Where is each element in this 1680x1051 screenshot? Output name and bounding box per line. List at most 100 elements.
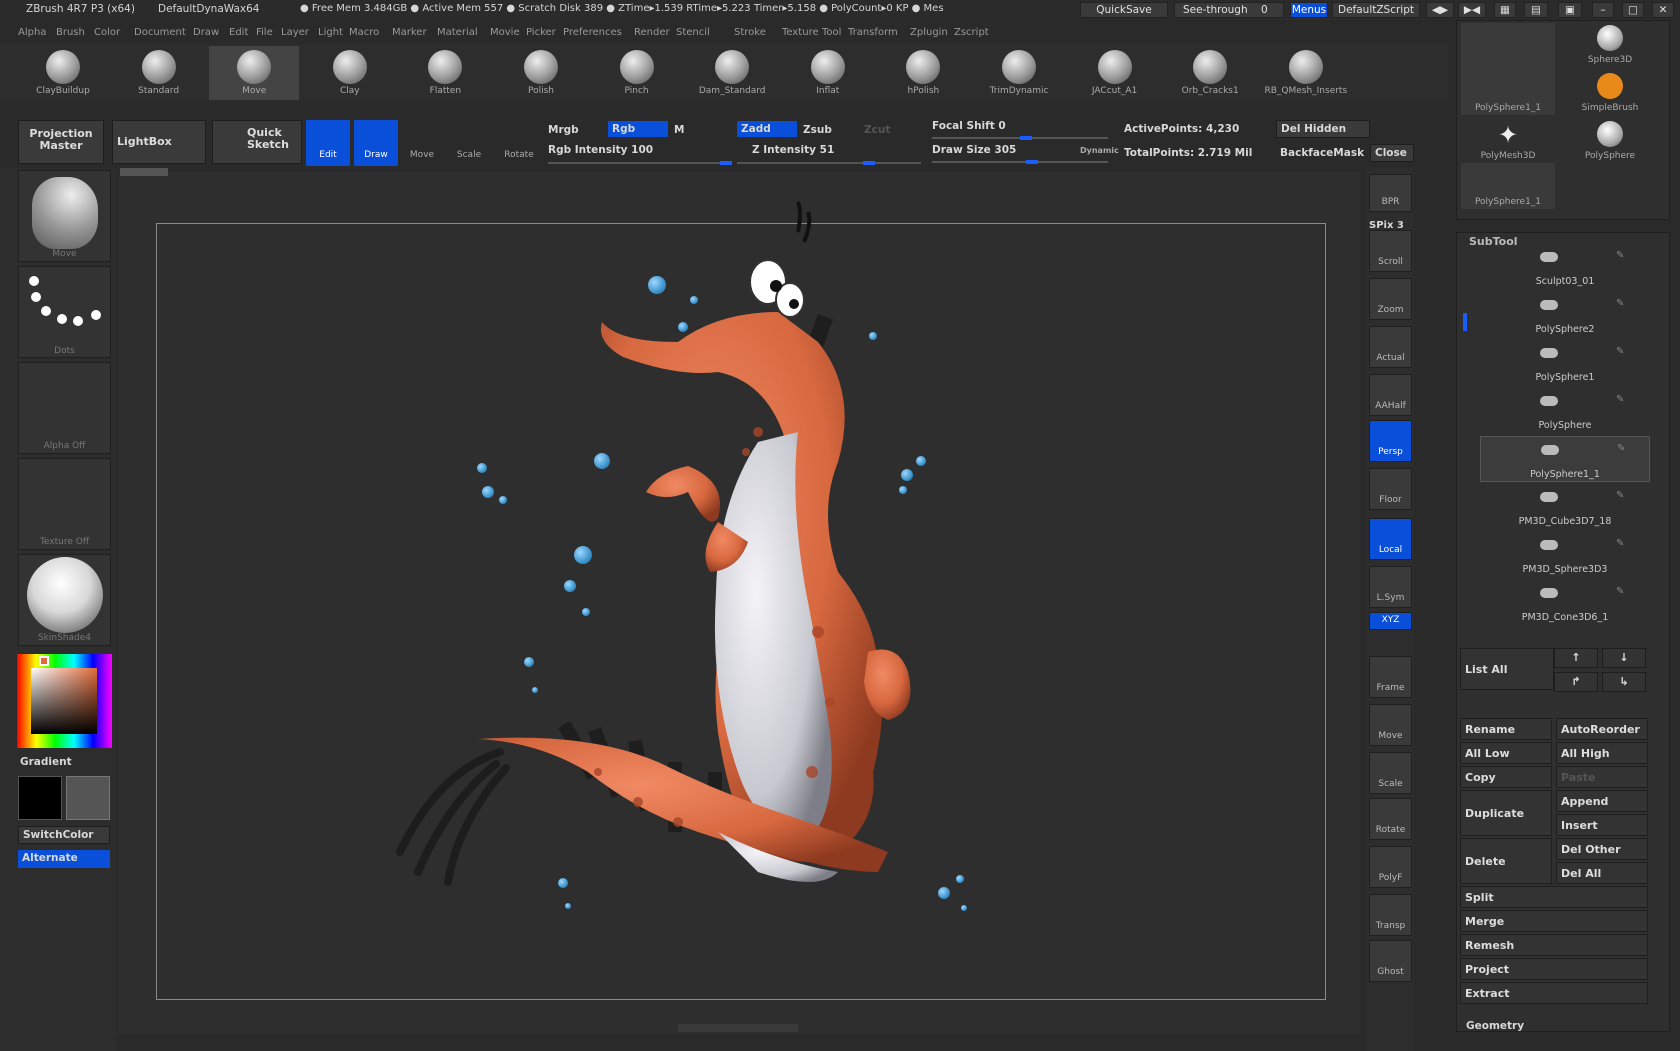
brush-rb_qmesh_inserts[interactable]: RB_QMesh_Inserts [1261,46,1351,100]
visibility-eye-icon[interactable] [1540,492,1558,502]
quick-sketch-button[interactable]: Quick Sketch [212,120,302,164]
tool-polysphere[interactable]: PolySphere [1563,117,1657,163]
tool-polysphere1_1[interactable]: PolySphere1_1 [1461,163,1555,209]
tool-polymesh3d[interactable]: PolyMesh3D ✦ [1461,117,1555,163]
visibility-eye-icon[interactable] [1540,588,1558,598]
geometry-header[interactable]: Geometry [1466,1020,1524,1032]
bpr-button[interactable]: BPR [1369,174,1412,212]
edit-button[interactable]: Edit [306,120,350,166]
stroke-thumb-dots[interactable]: Dots [18,266,111,358]
rgb-intensity-slider[interactable]: Rgb Intensity 100 [548,144,653,156]
brush-clay[interactable]: Clay [305,46,395,100]
subtool-item[interactable]: PM3D_Cube3D7_18 ✎ [1480,484,1650,530]
arrows-left-icon[interactable]: ◀▶ [1426,2,1454,18]
polypaint-icon[interactable]: ✎ [1616,586,1624,597]
subtool-item[interactable]: PM3D_Sphere3D3 ✎ [1480,532,1650,578]
subtool-item[interactable]: Sculpt03_01 ✎ [1480,244,1650,290]
minimize-icon[interactable]: – [1592,2,1614,18]
polypaint-icon[interactable]: ✎ [1616,394,1624,405]
menu-preferences[interactable]: Preferences [563,27,622,38]
menu-picker[interactable]: Picker [526,27,556,38]
color-square[interactable] [31,668,97,734]
menu-transform[interactable]: Transform [848,27,898,38]
focal-shift-track[interactable] [932,136,1108,140]
subtool-all-low-button[interactable]: All Low [1460,742,1552,764]
tool-simplebrush[interactable]: SimpleBrush [1563,69,1657,115]
view-frame-button[interactable]: Frame [1369,656,1412,698]
subtool-duplicate-button[interactable]: Duplicate [1460,790,1552,836]
canvas-bottom-scroll[interactable] [678,1024,798,1032]
dynamic-toggle[interactable]: Dynamic [1080,146,1119,155]
material-thumb[interactable]: SkinShade4 [18,554,111,646]
view-move-button[interactable]: Move [1369,704,1412,746]
close-icon[interactable]: ✕ [1652,2,1674,18]
subtool-move-arrow-icon[interactable]: ↓ [1602,648,1646,668]
subtool-item[interactable]: PolySphere2 ✎ [1480,292,1650,338]
view-actual-button[interactable]: Actual [1369,326,1412,368]
mrgb-toggle[interactable]: Mrgb [548,124,579,136]
view-scroll-button[interactable]: Scroll [1369,230,1412,272]
brush-standard[interactable]: Standard [114,46,204,100]
brush-thumb-move[interactable]: Move [18,170,111,262]
view-floor-button[interactable]: Floor [1369,468,1412,510]
rotate-button[interactable]: Rotate [497,120,541,166]
brush-polish[interactable]: Polish [496,46,586,100]
visibility-eye-icon[interactable] [1541,445,1559,455]
quicksave-button[interactable]: QuickSave [1080,2,1168,18]
view-persp-button[interactable]: Persp [1369,420,1412,462]
menu-edit[interactable]: Edit [229,27,248,38]
menu-layer[interactable]: Layer [281,27,309,38]
subtool-paste-button[interactable]: Paste [1556,766,1648,788]
brush-flatten[interactable]: Flatten [400,46,490,100]
zadd-toggle[interactable]: Zadd [737,121,797,137]
polypaint-icon[interactable]: ✎ [1616,250,1624,261]
brush-trimdynamic[interactable]: TrimDynamic [974,46,1064,100]
alligator-model[interactable] [118,172,1360,1034]
color-picker[interactable] [17,654,112,748]
menu-material[interactable]: Material [437,27,478,38]
menu-stencil[interactable]: Stencil [676,27,710,38]
del-hidden-button[interactable]: Del Hidden [1276,120,1370,138]
layout2-icon[interactable]: ▤ [1524,2,1548,18]
tool-polysphere1_1[interactable]: PolySphere1_1 [1461,23,1555,115]
menu-draw[interactable]: Draw [193,27,219,38]
switchcolor-button[interactable]: SwitchColor [18,826,110,844]
zsub-toggle[interactable]: Zsub [803,124,832,136]
view-scale-button[interactable]: Scale [1369,752,1412,794]
subtool-autoreorder-button[interactable]: AutoReorder [1556,718,1648,740]
brush-hpolish[interactable]: hPolish [878,46,968,100]
backface-mask-button[interactable]: BackfaceMask [1280,147,1364,159]
subtool-item[interactable]: PM3D_Cone3D6_1 ✎ [1480,580,1650,626]
main-color-swatch[interactable] [18,776,62,820]
scale-button[interactable]: Scale [447,120,491,166]
menu-movie[interactable]: Movie [490,27,520,38]
visibility-eye-icon[interactable] [1540,396,1558,406]
alpha-thumb[interactable]: Alpha Off [18,362,111,454]
view-lsym-button[interactable]: L.Sym [1369,566,1412,608]
subtool-remesh-button[interactable]: Remesh [1460,934,1648,956]
subtool-scrollbar[interactable] [1463,313,1467,331]
view-local-button[interactable]: Local [1369,518,1412,560]
draw-size-slider[interactable]: Draw Size 305 [932,144,1016,156]
view-aahalf-button[interactable]: AAHalf [1369,374,1412,416]
lightbox-button[interactable]: LightBox [112,120,206,164]
menu-file[interactable]: File [256,27,273,38]
layout-icon[interactable]: ▦ [1494,2,1516,18]
brush-orb_cracks1[interactable]: Orb_Cracks1 [1165,46,1255,100]
subtool-move-arrow-icon[interactable]: ↳ [1602,672,1646,692]
brush-inflat[interactable]: Inflat [783,46,873,100]
subtool-all-high-button[interactable]: All High [1556,742,1648,764]
color-hue-marker[interactable] [39,656,49,666]
alternate-button[interactable]: Alternate [18,850,110,868]
menus-button[interactable]: Menus [1290,2,1328,18]
view-transp-button[interactable]: Transp [1369,894,1412,936]
texture-thumb[interactable]: Texture Off [18,458,111,550]
rgb-toggle[interactable]: Rgb [608,121,668,137]
m-toggle[interactable]: M [674,124,684,136]
secondary-color-swatch[interactable] [66,776,110,820]
menu-document[interactable]: Document [134,27,186,38]
visibility-eye-icon[interactable] [1540,348,1558,358]
menu-render[interactable]: Render [634,27,670,38]
view-zoom-button[interactable]: Zoom [1369,278,1412,320]
brush-jaccut_a1[interactable]: JACcut_A1 [1070,46,1160,100]
